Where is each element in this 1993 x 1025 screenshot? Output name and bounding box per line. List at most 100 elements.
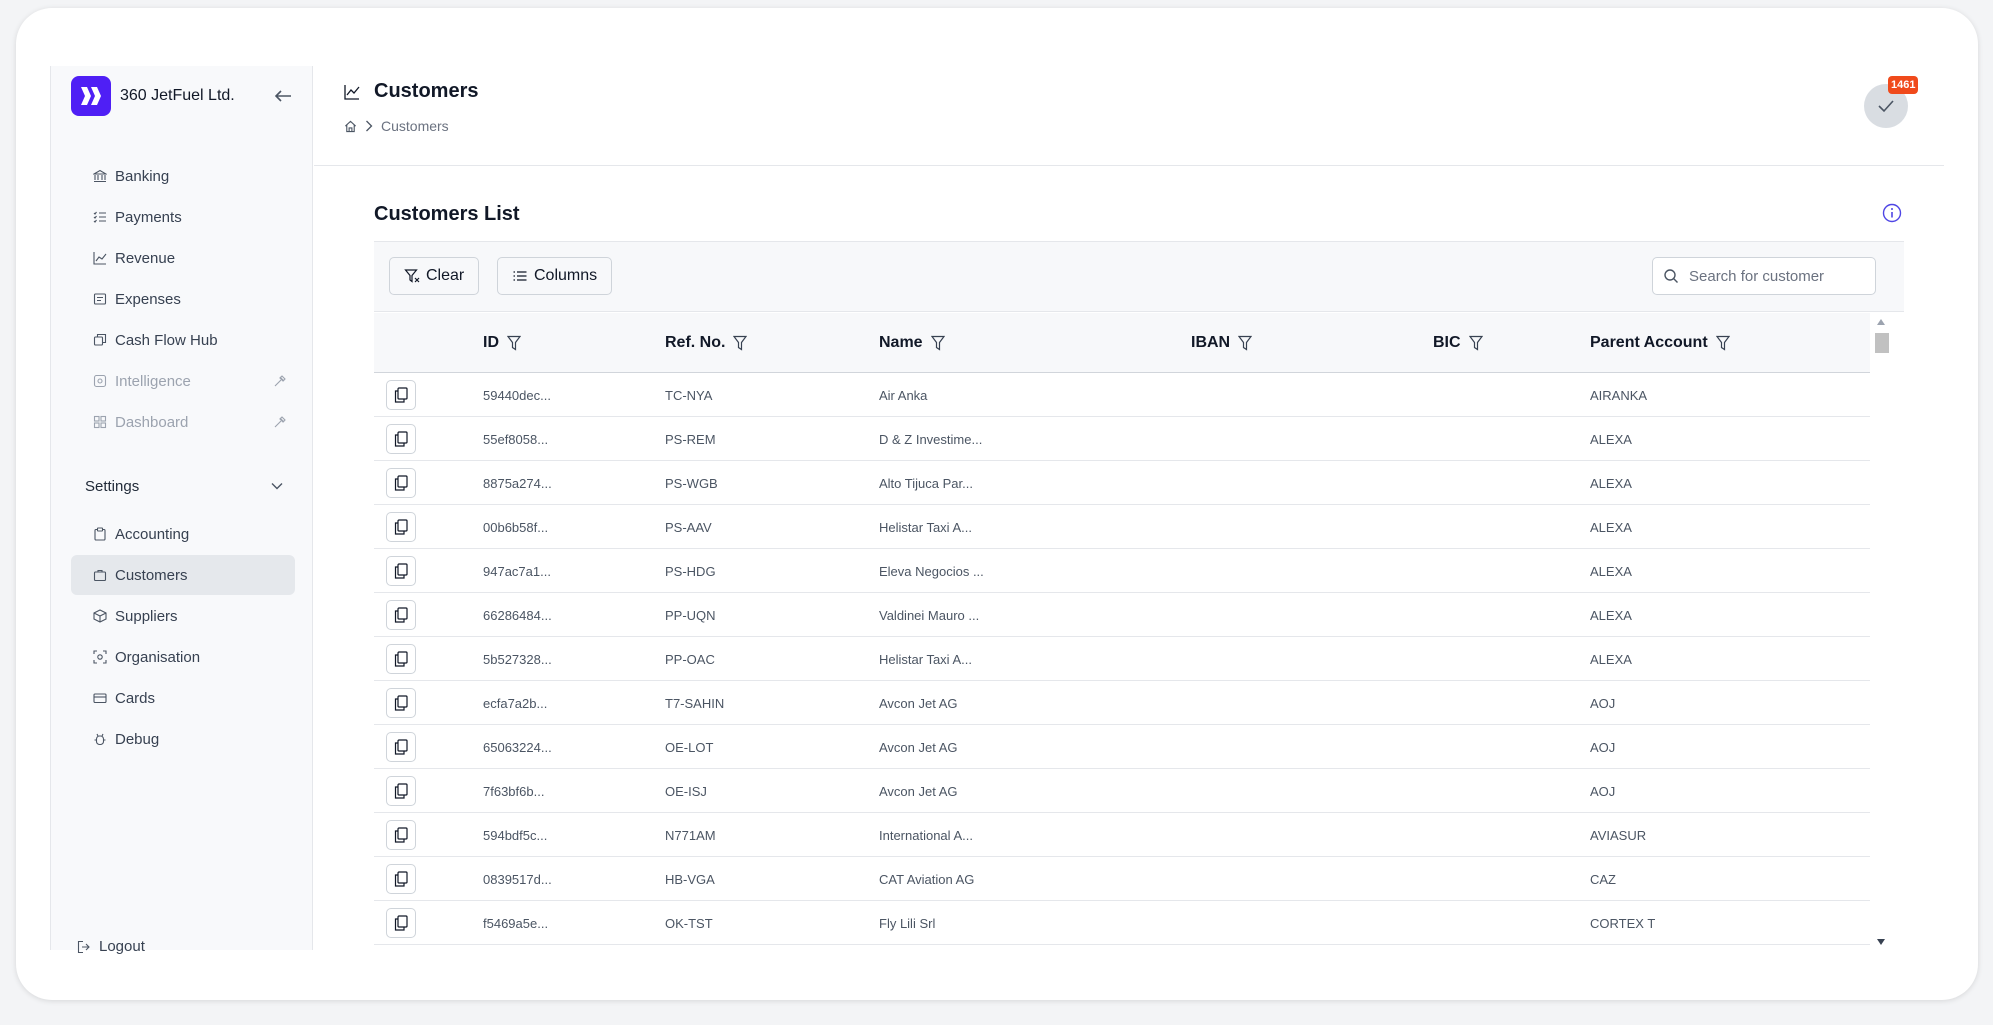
window-frame: 360 JetFuel Ltd. Banking Payments Revenu…	[16, 8, 1978, 1000]
filter-icon[interactable]	[733, 335, 748, 351]
clear-filters-button[interactable]: Clear	[389, 257, 480, 295]
sidebar-item-label: Organisation	[115, 648, 201, 666]
sidebar-item-cards[interactable]: Cards	[71, 678, 295, 718]
copy-button[interactable]	[386, 556, 416, 586]
scroll-down-icon[interactable]	[1876, 937, 1886, 947]
table-row[interactable]: f5469a5e... OK-TST Fly Lili Srl CORTEX T	[374, 901, 1870, 945]
sidebar-item-cash-flow-hub[interactable]: Cash Flow Hub	[71, 320, 295, 360]
copy-icon	[394, 607, 408, 623]
sidebar-item-payments[interactable]: Payments	[71, 197, 295, 237]
notification-count-badge: 1461	[1888, 76, 1919, 94]
copy-button[interactable]	[386, 864, 416, 894]
cell-name: Eleva Negocios ...	[879, 563, 984, 579]
sidebar-item-accounting[interactable]: Accounting	[71, 514, 295, 554]
copy-button[interactable]	[386, 732, 416, 762]
filter-icon[interactable]	[1715, 335, 1730, 351]
sidebar-item-intelligence[interactable]: Intelligence	[71, 361, 295, 401]
copy-icon	[394, 387, 408, 403]
filter-clear-icon	[404, 268, 420, 284]
under-construction-icon	[273, 415, 287, 429]
copy-button[interactable]	[386, 908, 416, 938]
cell-name: Valdinei Mauro ...	[879, 607, 980, 623]
copy-button[interactable]	[386, 820, 416, 850]
copy-button[interactable]	[386, 380, 416, 410]
copy-icon	[394, 915, 408, 931]
table-row[interactable]	[374, 945, 1870, 951]
cell-name: Avcon Jet AG	[879, 739, 958, 755]
table-row[interactable]: 00b6b58f... PS-AAV Helistar Taxi A... ALEXA	[374, 505, 1870, 549]
cell-id: 7f63bf6b...	[483, 783, 545, 799]
logout-button[interactable]: Logout	[77, 938, 145, 955]
copy-button[interactable]	[386, 424, 416, 454]
columns-button[interactable]: Columns	[497, 257, 613, 295]
sidebar-item-label: Suppliers	[115, 607, 178, 625]
cell-parent-account: CAZ	[1590, 871, 1616, 887]
search-input[interactable]	[1689, 267, 1859, 285]
filter-icon[interactable]	[1468, 335, 1483, 351]
copy-button[interactable]	[386, 512, 416, 542]
table-scrollbar[interactable]	[1872, 313, 1890, 951]
cell-parent-account: AOJ	[1590, 783, 1616, 799]
table-row[interactable]: ecfa7a2b... T7-SAHIN Avcon Jet AG AOJ	[374, 681, 1870, 725]
sidebar-item-suppliers[interactable]: Suppliers	[71, 596, 295, 636]
cell-parent-account: ALEXA	[1590, 563, 1632, 579]
cell-id: 65063224...	[483, 739, 552, 755]
dashboard-icon	[93, 415, 107, 429]
copy-button[interactable]	[386, 600, 416, 630]
scrollbar-thumb[interactable]	[1875, 333, 1889, 353]
receipt-icon	[93, 292, 107, 306]
table-header: ID Ref. No. Name IBAN BIC Parent Account	[374, 313, 1870, 373]
filter-icon[interactable]	[1238, 335, 1253, 351]
sidebar-item-label: Customers	[115, 566, 188, 584]
column-label: IBAN	[1191, 334, 1231, 351]
list-title: Customers List	[374, 203, 520, 225]
info-icon[interactable]	[1882, 203, 1902, 223]
home-icon[interactable]	[344, 120, 357, 133]
sidebar-item-label: Cash Flow Hub	[115, 331, 218, 349]
table-row[interactable]: 5b527328... PP-OAC Helistar Taxi A... ALEXA	[374, 637, 1870, 681]
table-row[interactable]: 7f63bf6b... OE-ISJ Avcon Jet AG AOJ	[374, 769, 1870, 813]
table-row[interactable]: 65063224... OE-LOT Avcon Jet AG AOJ	[374, 725, 1870, 769]
scroll-up-icon[interactable]	[1876, 317, 1886, 327]
sidebar-item-organisation[interactable]: Organisation	[71, 637, 295, 677]
copy-icon	[394, 431, 408, 447]
cell-parent-account: ALEXA	[1590, 607, 1632, 623]
sidebar-item-label: Debug	[115, 730, 160, 748]
sidebar-item-dashboard[interactable]: Dashboard	[71, 402, 295, 442]
cell-parent-account: AVIASUR	[1590, 827, 1647, 843]
filter-icon[interactable]	[930, 335, 945, 351]
sidebar-item-label: Accounting	[115, 525, 190, 543]
sidebar-item-customers[interactable]: Customers	[71, 555, 295, 595]
debug-icon	[93, 732, 107, 746]
table-row[interactable]: 66286484... PP-UQN Valdinei Mauro ... ALEXA	[374, 593, 1870, 637]
sidebar-item-expenses[interactable]: Expenses	[71, 279, 295, 319]
column-label: ID	[483, 334, 499, 351]
copy-button[interactable]	[386, 644, 416, 674]
filter-icon[interactable]	[507, 335, 521, 351]
sidebar-item-debug[interactable]: Debug	[71, 719, 295, 759]
table-row[interactable]: 59440dec... TC-NYA Air Anka AIRANKA	[374, 373, 1870, 417]
collapse-sidebar-button[interactable]	[270, 83, 296, 109]
table-row[interactable]: 0839517d... HB-VGA CAT Aviation AG CAZ	[374, 857, 1870, 901]
breadcrumb-current: Customers	[381, 118, 449, 134]
sidebar-item-banking[interactable]: Banking	[71, 156, 295, 196]
copy-button[interactable]	[386, 688, 416, 718]
cell-id: 947ac7a1...	[483, 563, 551, 579]
cell-name: Avcon Jet AG	[879, 783, 958, 799]
table-row[interactable]: 947ac7a1... PS-HDG Eleva Negocios ... ALEXA	[374, 549, 1870, 593]
cash-flow-icon	[93, 333, 107, 347]
briefcase-icon	[93, 568, 107, 582]
copy-button[interactable]	[386, 776, 416, 806]
table-row[interactable]: 594bdf5c... N771AM International A... AVIAS…	[374, 813, 1870, 857]
cell-ref-no: PP-UQN	[665, 607, 716, 623]
table-row[interactable]: 55ef8058... PS-REM D & Z Investime... ALEXA	[374, 417, 1870, 461]
settings-section-toggle[interactable]: Settings	[71, 466, 295, 506]
intelligence-icon	[93, 374, 107, 388]
sidebar-item-label: Intelligence	[115, 372, 191, 390]
sidebar-item-revenue[interactable]: Revenue	[71, 238, 295, 278]
table-row[interactable]: 8875a274... PS-WGB Alto Tijuca Par... ALEXA	[374, 461, 1870, 505]
chevron-down-icon	[271, 482, 283, 490]
search-box	[1652, 257, 1876, 295]
cell-id: ecfa7a2b...	[483, 695, 548, 711]
copy-button[interactable]	[386, 468, 416, 498]
